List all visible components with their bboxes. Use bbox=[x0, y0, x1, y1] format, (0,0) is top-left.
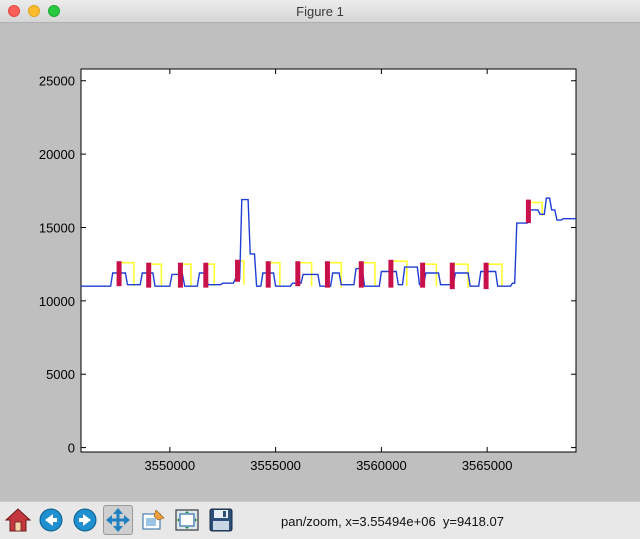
x-tick-label-1: 3555000 bbox=[250, 458, 301, 473]
crimson-bar-12 bbox=[483, 262, 489, 290]
pan-move-icon bbox=[106, 508, 130, 532]
y-tick-label-3: 15000 bbox=[39, 220, 75, 235]
zoom-rect-icon bbox=[142, 509, 165, 530]
home-icon bbox=[5, 508, 31, 532]
y-tick-label-4: 20000 bbox=[39, 147, 75, 162]
figure-canvas[interactable]: 3550000 3555000 3560000 3565000 0 5000 10000 1… bbox=[0, 23, 640, 501]
crimson-bar-11 bbox=[449, 262, 455, 290]
crimson-bar-10 bbox=[420, 262, 426, 288]
crimson-bar-9 bbox=[388, 259, 394, 288]
crimson-bar-0 bbox=[116, 261, 122, 287]
chart-svg[interactable]: 3550000 3555000 3560000 3565000 0 5000 10000 1… bbox=[0, 23, 640, 501]
home-button[interactable] bbox=[3, 505, 33, 535]
crimson-bar-1 bbox=[146, 262, 152, 288]
axes-background bbox=[80, 68, 577, 453]
y-tick-label-2: 10000 bbox=[39, 294, 75, 309]
status-readout: pan/zoom, x=3.55494e+06 y=9418.07 bbox=[281, 514, 504, 529]
crimson-bar-4 bbox=[235, 259, 241, 282]
y-tick-label-0: 0 bbox=[68, 441, 75, 456]
crimson-bar-7 bbox=[324, 261, 330, 288]
crimson-bar-2 bbox=[177, 262, 183, 288]
figure-window: Figure 1 3550000 3555000 3560000 3565000 0 5… bbox=[0, 0, 640, 539]
back-button[interactable] bbox=[36, 505, 66, 535]
y-tick-label-5: 25000 bbox=[39, 74, 75, 89]
y-tick-labels: 0 5000 10000 15000 20000 25000 bbox=[39, 74, 75, 456]
crimson-bar-5 bbox=[265, 261, 271, 288]
crimson-bar-8 bbox=[358, 261, 364, 288]
crimson-bar-13 bbox=[525, 199, 531, 224]
configure-subplots-button[interactable] bbox=[172, 505, 202, 535]
save-figure-button[interactable] bbox=[206, 505, 236, 535]
forward-button[interactable] bbox=[70, 505, 100, 535]
x-tick-labels: 3550000 3555000 3560000 3565000 bbox=[145, 458, 513, 473]
x-tick-label-0: 3550000 bbox=[145, 458, 196, 473]
zoom-button[interactable] bbox=[138, 505, 168, 535]
navigation-toolbar: pan/zoom, x=3.55494e+06 y=9418.07 bbox=[0, 501, 640, 539]
x-tick-label-2: 3560000 bbox=[356, 458, 407, 473]
back-arrow-icon bbox=[39, 508, 63, 532]
x-tick-label-3: 3565000 bbox=[462, 458, 513, 473]
save-floppy-icon bbox=[209, 508, 233, 532]
window-title: Figure 1 bbox=[296, 4, 344, 19]
crimson-bar-3 bbox=[203, 262, 209, 288]
subplots-config-icon bbox=[175, 509, 199, 531]
forward-arrow-icon bbox=[73, 508, 97, 532]
crimson-bar-6 bbox=[295, 261, 301, 287]
pan-button[interactable] bbox=[103, 505, 133, 535]
y-tick-label-1: 5000 bbox=[46, 367, 75, 382]
title-bar[interactable]: Figure 1 bbox=[0, 0, 640, 23]
